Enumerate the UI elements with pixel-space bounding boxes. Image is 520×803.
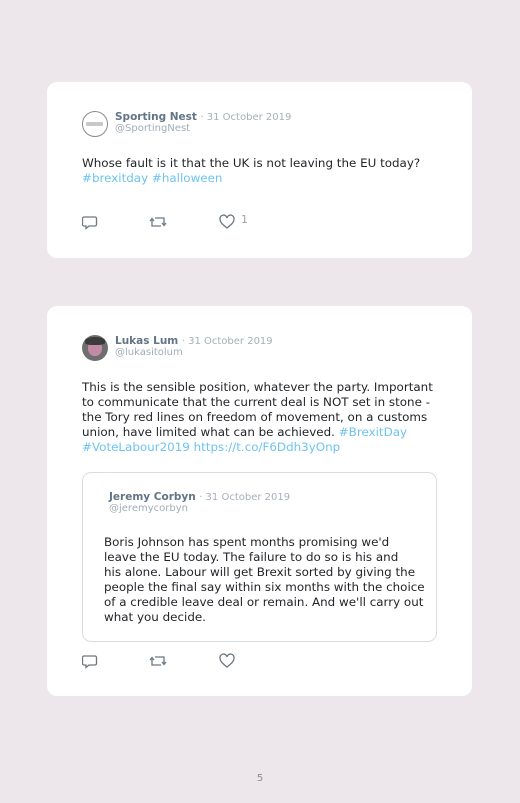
hashtag-url-link[interactable]: #VoteLabour2019 https://t.co/F6Ddh3yOnp xyxy=(82,440,433,455)
quote-text-line: leave the EU today. The failure to do so… xyxy=(104,550,399,564)
tweet-actions: 1 xyxy=(82,213,282,230)
avatar-hair xyxy=(85,337,105,345)
reply-button[interactable] xyxy=(82,653,98,669)
retweet-button[interactable] xyxy=(149,653,167,669)
quote-text-line: people the final say within six months w… xyxy=(104,580,425,594)
avatar[interactable] xyxy=(82,111,108,137)
tweet-date: · 31 October 2019 xyxy=(200,112,292,123)
tweet-text: Whose fault is it that the UK is not lea… xyxy=(82,156,420,186)
tweet-text-line: Whose fault is it that the UK is not lea… xyxy=(82,156,421,170)
reply-icon xyxy=(82,655,98,669)
tweet-text-line: union, have limited what can be achieved… xyxy=(82,425,433,440)
tweet-text-line: the Tory red lines on freedom of movemen… xyxy=(82,410,428,424)
tweet-actions xyxy=(82,653,282,669)
avatar[interactable] xyxy=(82,335,108,361)
retweet-button[interactable] xyxy=(149,214,167,230)
author-name[interactable]: Sporting Nest xyxy=(115,111,197,123)
tweet-text-line: to communicate that the current deal is … xyxy=(82,395,430,409)
quoted-tweet[interactable]: Jeremy Corbyn · 31 October 2019 @jeremyc… xyxy=(82,472,437,642)
like-count: 1 xyxy=(241,213,248,226)
quote-text-line: his alone. Labour will get Brexit sorted… xyxy=(104,565,416,579)
author-handle: @lukasitolum xyxy=(115,347,183,358)
like-icon xyxy=(219,653,235,668)
tweet-text-line: This is the sensible position, whatever … xyxy=(82,380,433,394)
quote-text-line: what you decide. xyxy=(104,610,206,624)
quote-text-line: of a credible leave deal or remain. And … xyxy=(104,595,424,609)
like-button[interactable]: 1 xyxy=(219,213,248,230)
like-icon xyxy=(219,214,235,229)
tweet-card: Lukas Lum · 31 October 2019 @lukasitolum… xyxy=(47,306,472,696)
reply-icon xyxy=(82,216,98,230)
quote-author-handle: @jeremycorbyn xyxy=(109,503,188,514)
logo-icon xyxy=(86,122,103,126)
tweet-card: Sporting Nest · 31 October 2019 @Sportin… xyxy=(47,82,472,258)
quote-author-name[interactable]: Jeremy Corbyn xyxy=(109,491,196,503)
retweet-icon xyxy=(149,656,167,666)
tweet-text-span: union, have limited what can be achieved… xyxy=(82,425,339,439)
hashtag-link[interactable]: #brexitday #halloween xyxy=(82,171,420,186)
reply-button[interactable] xyxy=(82,214,98,230)
quote-author-line: Jeremy Corbyn · 31 October 2019 xyxy=(109,490,290,503)
retweet-icon xyxy=(149,217,167,227)
like-button[interactable] xyxy=(219,653,235,669)
page-number: 5 xyxy=(256,773,264,784)
author-line: Lukas Lum · 31 October 2019 xyxy=(115,334,273,347)
tweet-date: · 31 October 2019 xyxy=(181,336,273,347)
hashtag-link[interactable]: #BrexitDay xyxy=(339,425,407,439)
quote-date: · 31 October 2019 xyxy=(199,492,291,503)
author-handle: @SportingNest xyxy=(115,123,191,134)
tweet-text: This is the sensible position, whatever … xyxy=(82,380,433,455)
author-name[interactable]: Lukas Lum xyxy=(115,335,178,347)
quote-text: Boris Johnson has spent months promising… xyxy=(104,535,425,625)
quote-text-line: Boris Johnson has spent months promising… xyxy=(104,535,390,549)
author-line: Sporting Nest · 31 October 2019 xyxy=(115,110,291,123)
